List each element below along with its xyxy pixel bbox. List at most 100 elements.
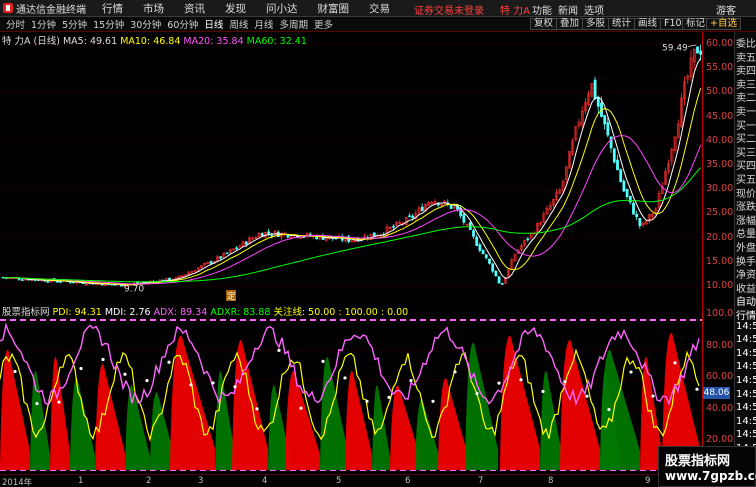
candle-body — [612, 148, 616, 163]
candle-body — [209, 261, 213, 264]
dmi-down-area — [320, 356, 348, 470]
candle-body — [56, 281, 59, 283]
indicator-axis-label: 60.00 — [706, 371, 734, 382]
candle-body — [632, 202, 635, 215]
adjust-button[interactable]: 复权 — [530, 18, 558, 30]
indicator-axis-label: 100.0 — [706, 308, 734, 319]
menu-bar: 通达信金融终端 行情 市场 资讯 发现 问小达 财富圈 交易 — [0, 0, 756, 17]
ma5-value: MA5: 49.61 — [62, 36, 118, 47]
menu-item-headlines[interactable]: 新闻 — [558, 2, 578, 17]
mark-button[interactable]: 标记 — [682, 18, 710, 30]
candle-body — [622, 180, 626, 192]
mdi-point — [211, 381, 215, 385]
period-intraday[interactable]: 分时 — [6, 17, 25, 31]
dmi-indicator-chart[interactable] — [0, 314, 702, 474]
mdi-point — [79, 366, 83, 371]
price-axis-label: 20.00 — [706, 231, 734, 243]
candle-body — [593, 79, 597, 100]
indicator-axis-label: 40.00 — [706, 402, 734, 414]
period-daily[interactable]: 日线 — [204, 17, 223, 31]
ma10-value: MA10: 46.84 — [120, 36, 181, 47]
time-axis-label: 6 — [405, 476, 411, 486]
dmi-up-area — [285, 371, 320, 470]
price-axis-label: 10.00 — [706, 280, 734, 291]
candle-body — [696, 46, 699, 54]
high-price-label: 59.49 — [662, 43, 688, 53]
multi-stock-button[interactable]: 多股 — [582, 18, 610, 30]
candle-body — [484, 254, 488, 259]
crosshair-value-marker: 48.06 — [703, 387, 730, 399]
mdi-point — [321, 359, 325, 363]
mdi-point — [431, 399, 435, 403]
period-1min[interactable]: 1分钟 — [31, 17, 56, 31]
candle-body — [497, 276, 501, 284]
period-5min[interactable]: 5分钟 — [62, 17, 87, 31]
price-axis-label: 50.00 — [706, 86, 734, 98]
ma20-value: MA20: 35.84 — [183, 36, 244, 47]
dmi-up-area — [438, 378, 468, 470]
dmi-down-area — [70, 378, 95, 470]
candle-body — [625, 188, 629, 197]
indicator-axis-label: 80.00 — [706, 339, 734, 351]
period-more[interactable]: 更多 — [314, 17, 333, 31]
period-60min[interactable]: 60分钟 — [167, 17, 198, 31]
candle-body — [488, 258, 491, 264]
overlay-button[interactable]: 叠加 — [556, 18, 584, 30]
period-15min[interactable]: 15分钟 — [93, 17, 124, 31]
dmi-down-area — [30, 371, 50, 470]
candle-body — [411, 215, 415, 219]
candle-body — [638, 218, 642, 227]
menu-item-market[interactable]: 市场 — [143, 1, 164, 16]
candle-body — [619, 169, 623, 183]
candle-body — [462, 214, 466, 223]
menu-item-options[interactable]: 选项 — [584, 2, 604, 17]
price-axis: 60.00 55.00 50.00 45.00 40.00 35.00 30.00 25.00… — [702, 32, 734, 473]
period-30min[interactable]: 30分钟 — [130, 17, 161, 31]
quote-panel-label: 14:5 — [736, 388, 756, 400]
menu-item-community[interactable]: 财富圈 — [318, 1, 350, 16]
login-status[interactable]: 证券交易未登录 — [414, 2, 484, 17]
menu-item-function[interactable]: 功能 — [532, 2, 552, 17]
watermark-title: 股票指标网 — [665, 454, 731, 469]
price-axis-label: 45.00 — [706, 110, 734, 122]
period-multi[interactable]: 多周期 — [279, 17, 308, 31]
dmi-down-area — [215, 371, 235, 470]
candlestick-chart[interactable]: 59.49 9.70 定 — [0, 32, 702, 302]
main-chart-legend: 特 力A (日线) MA5: 49.61 MA10: 46.84 MA20: 3… — [2, 33, 307, 47]
mdi-point — [57, 400, 61, 404]
mdi-point — [409, 379, 413, 383]
quote-panel-label: 14:5 — [736, 415, 756, 427]
candle-body — [408, 215, 411, 218]
statistics-button[interactable]: 统计 — [608, 18, 636, 30]
price-axis-label: 25.00 — [706, 207, 734, 219]
quote-panel-label: 14:5 — [736, 320, 756, 332]
watermark-url: www.7gpzb.com — [665, 469, 756, 483]
add-watchlist-button[interactable]: +自选 — [706, 18, 741, 30]
candle-body — [603, 115, 607, 125]
time-axis-label: 1 — [78, 476, 84, 486]
candle-body — [494, 270, 498, 277]
candle-body — [491, 263, 495, 272]
time-axis-label: 2014年 — [2, 478, 33, 487]
watermark: 股票指标网 www.7gpzb.com — [658, 446, 756, 487]
period-monthly[interactable]: 月线 — [254, 17, 273, 31]
mdi-point — [299, 406, 303, 410]
menu-item-quotes[interactable]: 行情 — [102, 1, 123, 16]
time-axis: 2014年12345678910 — [0, 474, 702, 487]
draw-line-button[interactable]: 画线 — [634, 18, 662, 30]
guest-user[interactable]: 游客 — [716, 2, 736, 17]
menu-item-news[interactable]: 资讯 — [184, 1, 205, 16]
mdi-point — [233, 385, 237, 389]
menu-item-discover[interactable]: 发现 — [225, 1, 246, 16]
time-axis-label: 4 — [262, 476, 268, 486]
dmi-down-area — [465, 342, 498, 470]
price-axis-label: 55.00 — [706, 62, 734, 74]
menu-item-assistant[interactable]: 问小达 — [266, 1, 298, 16]
menu-item-trade[interactable]: 交易 — [369, 1, 390, 16]
period-weekly[interactable]: 周线 — [229, 17, 248, 31]
mdi-point — [695, 387, 699, 391]
candle-body — [606, 122, 610, 136]
candle-body — [475, 236, 479, 246]
dmi-up-area — [232, 339, 268, 470]
mdi-point — [123, 372, 127, 376]
